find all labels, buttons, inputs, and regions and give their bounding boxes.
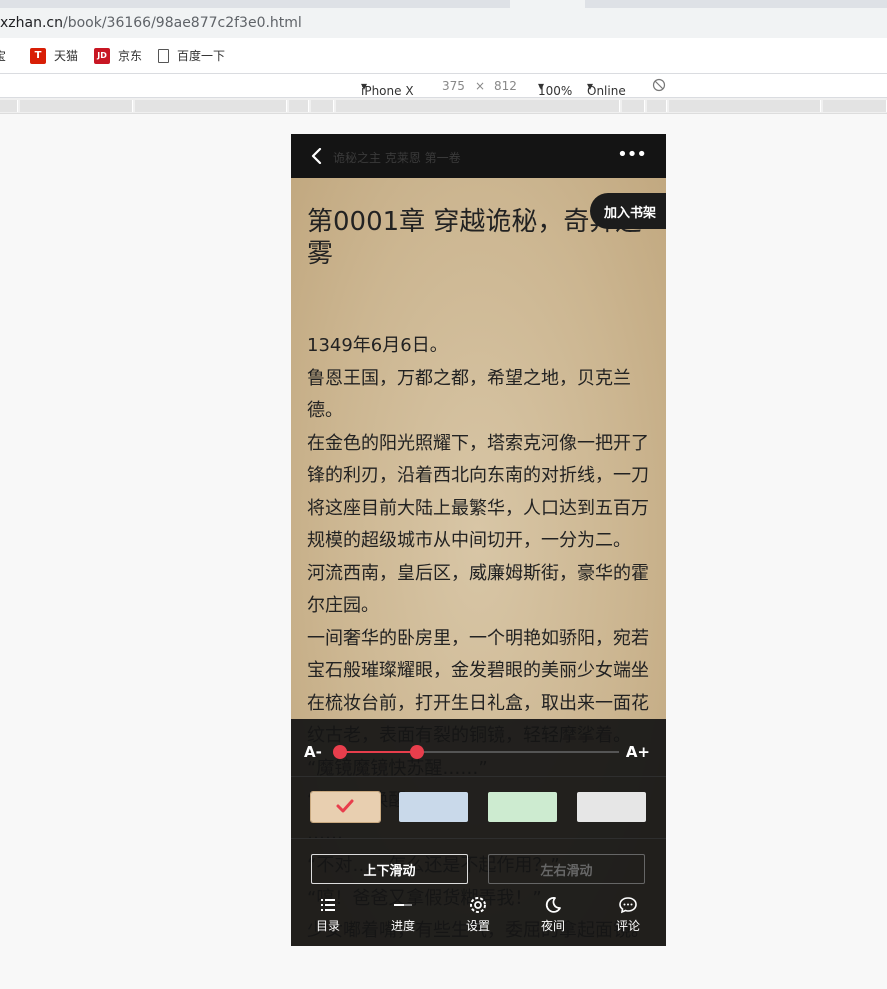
device-height[interactable]: 812 <box>494 79 517 93</box>
font-size-row: A- A+ <box>291 719 666 777</box>
ruler-segment[interactable] <box>0 100 18 112</box>
zoom-value: 100% <box>538 84 573 98</box>
nav-comment[interactable]: 评论 <box>598 891 658 946</box>
more-icon[interactable]: ••• <box>617 146 647 164</box>
slider-start-knob[interactable] <box>333 745 347 759</box>
comment-icon <box>618 895 638 915</box>
ruler-segment[interactable] <box>20 100 133 112</box>
device-toolbar: iPhone X ▾ 375 × 812 100% ▾ Online ▾ <box>0 74 887 98</box>
bookmark-partial[interactable]: 宝 <box>0 47 6 64</box>
phone-viewport: 诡秘之主 克莱恩 第一卷 ••• 第0001章 穿越诡秘，奇异迷雾 加入书架 1… <box>291 134 666 946</box>
tmall-icon: T <box>30 47 47 64</box>
slider-fill <box>339 751 417 753</box>
list-icon <box>318 895 338 915</box>
network-value: Online <box>587 84 626 98</box>
ruler-segment[interactable] <box>669 100 821 112</box>
bookmark-label: 京东 <box>118 49 143 63</box>
url-host: xzhan.cn <box>0 15 63 31</box>
rotate-icon[interactable] <box>652 78 666 95</box>
bookmark-label: 百度一下 <box>177 49 226 63</box>
nav-settings[interactable]: 设置 <box>448 891 508 946</box>
bookmark-label: 宝 <box>0 49 7 63</box>
nav-catalog[interactable]: 目录 <box>298 891 358 946</box>
media-query-ruler <box>0 98 887 114</box>
nav-label: 进度 <box>390 919 415 933</box>
network-select[interactable]: Online ▾ <box>587 79 626 98</box>
bookmark-jd[interactable]: JD 京东 <box>94 47 142 64</box>
nav-progress[interactable]: 进度 <box>373 891 433 946</box>
url-text[interactable]: xzhan.cn/book/36166/98ae877c2f3e0.html <box>0 15 302 31</box>
active-tab[interactable] <box>510 0 585 8</box>
jd-icon: JD <box>94 47 111 64</box>
progress-icon <box>393 895 413 915</box>
font-increase-button[interactable]: A+ <box>626 743 650 761</box>
device-name: iPhone X <box>361 84 414 98</box>
ruler-segment[interactable] <box>622 100 645 112</box>
back-icon[interactable] <box>309 147 325 165</box>
scroll-mode-row: 上下滑动 左右滑动 <box>291 839 666 891</box>
nav-label: 设置 <box>465 919 490 933</box>
scroll-vertical-button[interactable]: 上下滑动 <box>311 854 468 884</box>
bookmark-tmall[interactable]: T 天猫 <box>30 47 78 64</box>
zoom-select[interactable]: 100% ▾ <box>538 79 572 98</box>
reader-bottom-nav: 目录 进度 设置 夜间 评论 <box>291 891 666 946</box>
header-title: 诡秘之主 克莱恩 第一卷 <box>333 151 461 165</box>
check-icon <box>335 796 355 816</box>
paragraph: 鲁恩王国，万都之都，希望之地，贝克兰德。 <box>307 367 631 422</box>
page-icon <box>158 48 170 63</box>
theme-swatch-parchment[interactable] <box>310 791 381 823</box>
ruler-segment[interactable] <box>336 100 620 112</box>
reader-settings-panel: A- A+ 上下滑动 左右滑动 目录 进度 设置 夜间 评论 <box>291 719 666 946</box>
ruler-segment[interactable] <box>823 100 887 112</box>
ruler-segment[interactable] <box>135 100 287 112</box>
paragraph: 在金色的阳光照耀下，塔索克河像一把开了锋的利刃，沿着西北向东南的对折线，一刀将这… <box>307 432 649 552</box>
tab-strip <box>0 0 887 8</box>
nav-label: 夜间 <box>540 919 565 933</box>
theme-swatch-green[interactable] <box>488 792 557 822</box>
font-size-slider[interactable] <box>333 745 619 759</box>
paragraph: 河流西南，皇后区，威廉姆斯街，豪华的霍尔庄园。 <box>307 562 649 617</box>
nav-label: 目录 <box>315 919 340 933</box>
dimension-separator: × <box>475 79 486 93</box>
theme-row <box>291 777 666 839</box>
address-bar[interactable]: xzhan.cn/book/36166/98ae877c2f3e0.html <box>0 8 887 38</box>
bookmark-label: 天猫 <box>54 49 79 63</box>
gear-icon <box>468 895 488 915</box>
paragraph: 1349年6月6日。 <box>307 335 448 356</box>
url-path: /book/36166/98ae877c2f3e0.html <box>62 15 302 31</box>
reader-header: 诡秘之主 克莱恩 第一卷 ••• <box>291 134 666 178</box>
device-select[interactable]: iPhone X ▾ <box>361 79 414 98</box>
device-width[interactable]: 375 <box>442 79 465 93</box>
bookmark-baidu[interactable]: 百度一下 <box>158 47 225 64</box>
bookmarks-bar: 宝 T 天猫 JD 京东 百度一下 <box>0 38 887 74</box>
nav-label: 评论 <box>615 919 640 933</box>
nav-night[interactable]: 夜间 <box>523 891 583 946</box>
ruler-segment[interactable] <box>647 100 667 112</box>
scroll-horizontal-button[interactable]: 左右滑动 <box>488 854 645 884</box>
theme-swatch-blue[interactable] <box>399 792 468 822</box>
ruler-segment[interactable] <box>311 100 334 112</box>
add-to-shelf-button[interactable]: 加入书架 <box>590 193 666 229</box>
slider-knob[interactable] <box>410 745 424 759</box>
ruler-segment[interactable] <box>289 100 309 112</box>
font-decrease-button[interactable]: A- <box>304 743 322 761</box>
theme-swatch-gray[interactable] <box>577 792 646 822</box>
moon-icon <box>543 895 563 915</box>
